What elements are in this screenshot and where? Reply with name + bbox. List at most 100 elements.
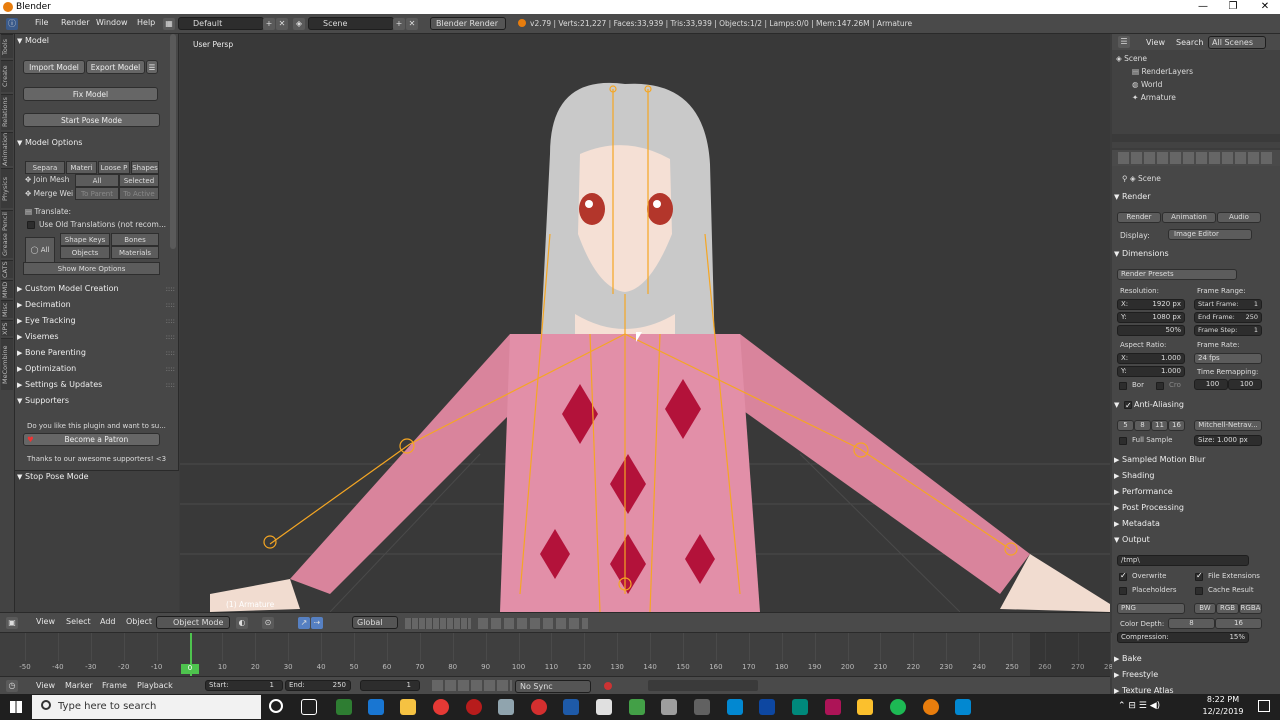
list-menu-icon[interactable]: ☰: [146, 60, 158, 74]
outliner-menu-search[interactable]: Search: [1176, 38, 1203, 47]
render-presets-dropdown[interactable]: Render Presets: [1117, 269, 1237, 280]
outliner-filter-dropdown[interactable]: All Scenes: [1208, 36, 1266, 49]
app-icon-2[interactable]: [466, 699, 482, 715]
outliner-scrollbar[interactable]: [1112, 134, 1280, 142]
objects-button[interactable]: Objects: [60, 246, 110, 259]
aa-11-button[interactable]: 11: [1151, 420, 1168, 431]
translate-all-button[interactable]: ◯ All: [25, 237, 55, 263]
add-scene-icon[interactable]: +: [393, 18, 405, 30]
notifications-icon[interactable]: [1258, 700, 1270, 712]
separate-material-button[interactable]: Materi: [66, 161, 97, 174]
task-view-icon[interactable]: [301, 699, 317, 715]
tab-mmd[interactable]: MMD: [1, 280, 13, 298]
3d-viewport[interactable]: User Persp (1) Armature: [180, 34, 1110, 612]
compression-field[interactable]: Compression: 15%: [1117, 632, 1249, 643]
shading-icon[interactable]: ◐: [236, 617, 248, 629]
props-section-performance[interactable]: ▶ Performance: [1114, 485, 1274, 499]
playback-controls[interactable]: [432, 680, 512, 691]
vp-menu-add[interactable]: Add: [100, 617, 116, 626]
props-section-metadata[interactable]: ▶ Metadata: [1114, 517, 1274, 531]
show-more-options-button[interactable]: Show More Options: [23, 262, 160, 275]
start-frame-prop[interactable]: Start Frame: 1: [1194, 299, 1262, 310]
timeline-area[interactable]: -50 -40 -30 -20 -10 0 10 20 30 40 50 60 70 80 90 100 110…: [0, 632, 1117, 677]
blender-taskbar-icon[interactable]: [923, 699, 939, 715]
bones-button[interactable]: Bones: [111, 233, 159, 246]
outliner-item-world[interactable]: ◍ World: [1132, 80, 1162, 89]
maximize-button[interactable]: ❐: [1218, 0, 1248, 14]
cache-checkbox[interactable]: [1195, 587, 1203, 595]
to-active-button[interactable]: To Active: [119, 187, 159, 200]
full-sample-checkbox[interactable]: [1119, 437, 1127, 445]
3d-view-editor-icon[interactable]: ▣: [6, 617, 18, 629]
edge-icon[interactable]: [368, 699, 384, 715]
old-translations-checkbox[interactable]: [27, 221, 35, 229]
outliner-item-armature[interactable]: ✦ Armature: [1132, 93, 1176, 102]
app-icon-3[interactable]: [498, 699, 514, 715]
props-section-sampled-motion-blur[interactable]: ▶ Sampled Motion Blur: [1114, 453, 1274, 467]
model-panel-header[interactable]: ▼ Model: [17, 34, 177, 48]
rgb-button[interactable]: RGB: [1216, 603, 1239, 614]
scene-icon[interactable]: ◈: [293, 18, 305, 30]
current-frame-field[interactable]: 1: [360, 680, 420, 691]
start-frame-field[interactable]: Start: 1: [205, 680, 283, 691]
tl-menu-view[interactable]: View: [36, 681, 55, 690]
menu-help[interactable]: Help: [137, 18, 155, 27]
tab-relations[interactable]: Relations: [1, 94, 13, 130]
remove-scene-icon[interactable]: ✕: [406, 18, 418, 30]
fix-model-button[interactable]: Fix Model: [23, 87, 158, 101]
tab-mecombine[interactable]: MeCombine: [1, 338, 13, 390]
aspect-y-field[interactable]: Y: 1.000: [1117, 366, 1185, 377]
clock-time[interactable]: 8:22 PM: [1198, 695, 1248, 704]
fps-dropdown[interactable]: 24 fps: [1194, 353, 1262, 364]
dimensions-header[interactable]: ▼ Dimensions: [1114, 247, 1274, 261]
aa-5-button[interactable]: 5: [1117, 420, 1134, 431]
aa-filter-dropdown[interactable]: Mitchell-Netrav...: [1194, 420, 1262, 431]
clock-date[interactable]: 12/2/2019: [1198, 707, 1248, 716]
output-header[interactable]: ▼ Output: [1114, 533, 1274, 547]
animation-button[interactable]: Animation: [1162, 212, 1216, 223]
section-visemes[interactable]: ▶ Visemes::::: [17, 330, 177, 344]
editor-type-icon[interactable]: ⓘ: [6, 18, 18, 30]
shelf-scrollbar[interactable]: [170, 34, 176, 249]
add-layout-icon[interactable]: +: [263, 18, 275, 30]
mode-dropdown[interactable]: Object Mode: [156, 616, 230, 629]
app-icon-8[interactable]: [792, 699, 808, 715]
chrome-icon[interactable]: [433, 699, 449, 715]
start-pose-mode-button[interactable]: Start Pose Mode: [23, 113, 160, 127]
app-icon-5[interactable]: [661, 699, 677, 715]
supporters-header[interactable]: ▼ Supporters: [17, 394, 177, 408]
calculator-icon[interactable]: [596, 699, 612, 715]
crop-checkbox[interactable]: [1156, 382, 1164, 390]
layer-buttons[interactable]: [405, 618, 471, 629]
file-ext-checkbox[interactable]: [1195, 571, 1203, 581]
app-icon-11[interactable]: [955, 699, 971, 715]
depth-8-button[interactable]: 8: [1168, 618, 1215, 629]
anti-aliasing-header[interactable]: ▼Anti-Aliasing: [1114, 398, 1274, 413]
audio-button[interactable]: Audio: [1217, 212, 1261, 223]
outliner-editor-icon[interactable]: ☰: [1118, 36, 1130, 48]
texture-atlas-header[interactable]: ▶ Texture Atlas: [1114, 684, 1274, 694]
separate-shapes-button[interactable]: Shapes: [131, 161, 159, 174]
tab-physics[interactable]: Physics: [1, 168, 13, 208]
section-decimation[interactable]: ▶ Decimation::::: [17, 298, 177, 312]
section-eye-tracking[interactable]: ▶ Eye Tracking::::: [17, 314, 177, 328]
section-optimization[interactable]: ▶ Optimization::::: [17, 362, 177, 376]
rgba-button[interactable]: RGBA: [1239, 603, 1262, 614]
menu-window[interactable]: Window: [96, 18, 128, 27]
import-model-button[interactable]: Import Model: [23, 60, 85, 74]
frame-step-prop[interactable]: Frame Step: 1: [1194, 325, 1262, 336]
section-bone-parenting[interactable]: ▶ Bone Parenting::::: [17, 346, 177, 360]
sync-dropdown[interactable]: No Sync: [515, 680, 591, 693]
photoshop-icon[interactable]: [759, 699, 775, 715]
remap-old-field[interactable]: 100: [1194, 379, 1228, 390]
tl-menu-frame[interactable]: Frame: [102, 681, 127, 690]
freestyle-header[interactable]: ▶ Freestyle: [1114, 668, 1274, 682]
word-icon[interactable]: [563, 699, 579, 715]
depth-16-button[interactable]: 16: [1215, 618, 1262, 629]
aa-checkbox[interactable]: [1124, 399, 1132, 413]
end-frame-prop[interactable]: End Frame: 250: [1194, 312, 1262, 323]
keying-set-field[interactable]: [648, 680, 758, 691]
aa-8-button[interactable]: 8: [1134, 420, 1151, 431]
app-icon-4[interactable]: [629, 699, 645, 715]
export-model-button[interactable]: Export Model: [86, 60, 145, 74]
